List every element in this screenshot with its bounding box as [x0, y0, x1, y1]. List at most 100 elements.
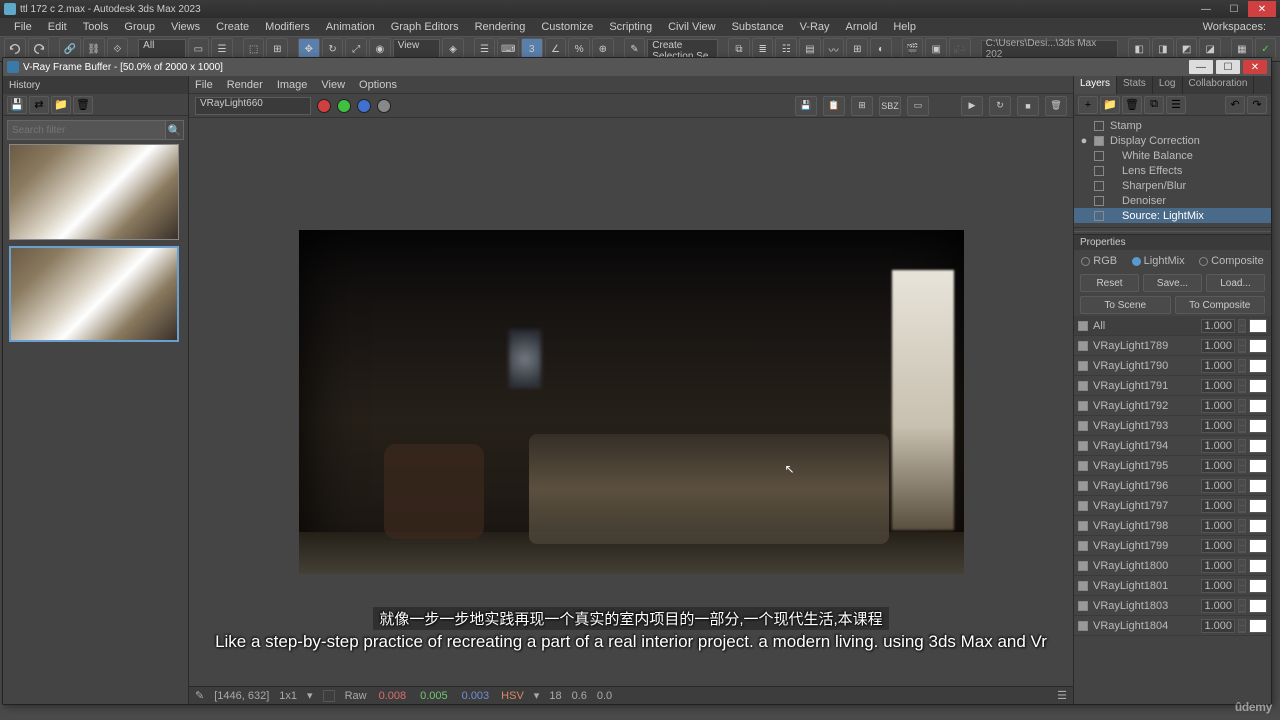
- light-value[interactable]: 1.000: [1201, 379, 1235, 393]
- savepreset-button[interactable]: Save...: [1143, 274, 1202, 292]
- light-value[interactable]: 1.000: [1201, 419, 1235, 433]
- channel-blue-button[interactable]: [357, 99, 371, 113]
- light-row[interactable]: VRayLight17951.000: [1074, 456, 1271, 476]
- track-mouse-button[interactable]: ▭: [907, 96, 929, 116]
- light-swatch[interactable]: [1249, 379, 1267, 393]
- light-spinner[interactable]: [1238, 499, 1246, 513]
- light-value[interactable]: 1.000: [1201, 519, 1235, 533]
- eye-icon[interactable]: ●: [1078, 135, 1090, 147]
- light-checkbox[interactable]: [1078, 481, 1088, 491]
- menu-substance[interactable]: Substance: [724, 21, 792, 33]
- light-swatch[interactable]: [1249, 599, 1267, 613]
- status-menu-icon[interactable]: ☰: [1057, 689, 1067, 702]
- maximize-button[interactable]: ☐: [1220, 1, 1248, 17]
- status-raw[interactable]: Raw: [345, 690, 367, 702]
- menu-file[interactable]: File: [6, 21, 40, 33]
- light-row[interactable]: VRayLight17891.000: [1074, 336, 1271, 356]
- menu-scripting[interactable]: Scripting: [601, 21, 660, 33]
- menu-create[interactable]: Create: [208, 21, 257, 33]
- menu-vray[interactable]: V-Ray: [792, 21, 838, 33]
- layer-checkbox[interactable]: [1094, 196, 1104, 206]
- layer-checkbox[interactable]: [1094, 151, 1104, 161]
- save-image-button[interactable]: 💾: [795, 96, 817, 116]
- vmenu-options[interactable]: Options: [359, 79, 397, 91]
- light-row[interactable]: VRayLight17931.000: [1074, 416, 1271, 436]
- history-thumbnail[interactable]: [9, 246, 179, 342]
- light-swatch[interactable]: [1249, 359, 1267, 373]
- menu-grapheditors[interactable]: Graph Editors: [383, 21, 467, 33]
- layer-checkbox[interactable]: [1094, 211, 1104, 221]
- light-row[interactable]: VRayLight18011.000: [1074, 576, 1271, 596]
- light-row[interactable]: VRayLight17921.000: [1074, 396, 1271, 416]
- light-swatch[interactable]: [1249, 619, 1267, 633]
- layer-checkbox[interactable]: [1094, 166, 1104, 176]
- render-interactive-button[interactable]: ↻: [989, 96, 1011, 116]
- channel-alpha-button[interactable]: [377, 99, 391, 113]
- eyedropper-icon[interactable]: ✎: [195, 689, 204, 702]
- menu-help[interactable]: Help: [885, 21, 924, 33]
- light-spinner[interactable]: [1238, 519, 1246, 533]
- layer-checkbox[interactable]: [1094, 181, 1104, 191]
- history-thumbnail[interactable]: [9, 144, 179, 240]
- menu-views[interactable]: Views: [163, 21, 208, 33]
- sbz-button[interactable]: SBZ: [879, 96, 901, 116]
- light-spinner[interactable]: [1238, 399, 1246, 413]
- light-checkbox[interactable]: [1078, 361, 1088, 371]
- clear-button[interactable]: 🗑: [1045, 96, 1067, 116]
- reset-button[interactable]: Reset: [1080, 274, 1139, 292]
- tab-layers[interactable]: Layers: [1074, 76, 1117, 94]
- menu-customize[interactable]: Customize: [533, 21, 601, 33]
- light-spinner[interactable]: [1238, 339, 1246, 353]
- tocomposite-button[interactable]: To Composite: [1175, 296, 1266, 314]
- layer-checkbox[interactable]: [1094, 136, 1104, 146]
- light-value[interactable]: 1.000: [1201, 439, 1235, 453]
- history-trash-button[interactable]: 🗑: [73, 96, 93, 114]
- light-swatch[interactable]: [1249, 459, 1267, 473]
- light-checkbox[interactable]: [1078, 541, 1088, 551]
- render-last-button[interactable]: ▶: [961, 96, 983, 116]
- menu-tools[interactable]: Tools: [75, 21, 117, 33]
- light-checkbox[interactable]: [1078, 401, 1088, 411]
- layer-redo-button[interactable]: ↷: [1247, 96, 1267, 114]
- menu-rendering[interactable]: Rendering: [467, 21, 534, 33]
- light-swatch[interactable]: [1249, 439, 1267, 453]
- light-all-value[interactable]: 1.000: [1201, 319, 1235, 333]
- region-button[interactable]: ⊞: [851, 96, 873, 116]
- tab-collab[interactable]: Collaboration: [1183, 76, 1255, 94]
- light-spinner[interactable]: [1238, 579, 1246, 593]
- vmenu-image[interactable]: Image: [277, 79, 308, 91]
- light-value[interactable]: 1.000: [1201, 599, 1235, 613]
- vmenu-render[interactable]: Render: [227, 79, 263, 91]
- layer-folder-button[interactable]: 📁: [1100, 96, 1120, 114]
- menu-edit[interactable]: Edit: [40, 21, 75, 33]
- light-swatch[interactable]: [1249, 319, 1267, 333]
- light-checkbox[interactable]: [1078, 381, 1088, 391]
- vfb-maximize-button[interactable]: ☐: [1216, 60, 1240, 74]
- tab-stats[interactable]: Stats: [1117, 76, 1153, 94]
- project-path[interactable]: C:\Users\Desi...\3ds Max 202: [981, 40, 1119, 58]
- light-checkbox[interactable]: [1078, 501, 1088, 511]
- light-value[interactable]: 1.000: [1201, 619, 1235, 633]
- light-swatch[interactable]: [1249, 539, 1267, 553]
- render-element-select[interactable]: VRayLight660: [195, 97, 311, 115]
- status-hsv-label[interactable]: HSV: [501, 690, 524, 702]
- tab-log[interactable]: Log: [1153, 76, 1183, 94]
- light-spinner[interactable]: [1238, 619, 1246, 633]
- vmenu-view[interactable]: View: [321, 79, 345, 91]
- layer-checkbox[interactable]: [1094, 121, 1104, 131]
- vfb-close-button[interactable]: ✕: [1243, 60, 1267, 74]
- light-spinner[interactable]: [1238, 479, 1246, 493]
- close-button[interactable]: ✕: [1248, 1, 1276, 17]
- light-checkbox[interactable]: [1078, 581, 1088, 591]
- refcoord-select[interactable]: View: [393, 39, 440, 59]
- light-checkbox[interactable]: [1078, 461, 1088, 471]
- light-checkbox[interactable]: [1078, 321, 1088, 331]
- light-spinner[interactable]: [1238, 379, 1246, 393]
- light-swatch[interactable]: [1249, 499, 1267, 513]
- light-value[interactable]: 1.000: [1201, 499, 1235, 513]
- light-spinner[interactable]: [1238, 419, 1246, 433]
- light-row[interactable]: VRayLight17911.000: [1074, 376, 1271, 396]
- mode-lightmix[interactable]: LightMix: [1132, 255, 1185, 267]
- layer-list-button[interactable]: ☰: [1166, 96, 1186, 114]
- light-spinner[interactable]: [1238, 319, 1246, 333]
